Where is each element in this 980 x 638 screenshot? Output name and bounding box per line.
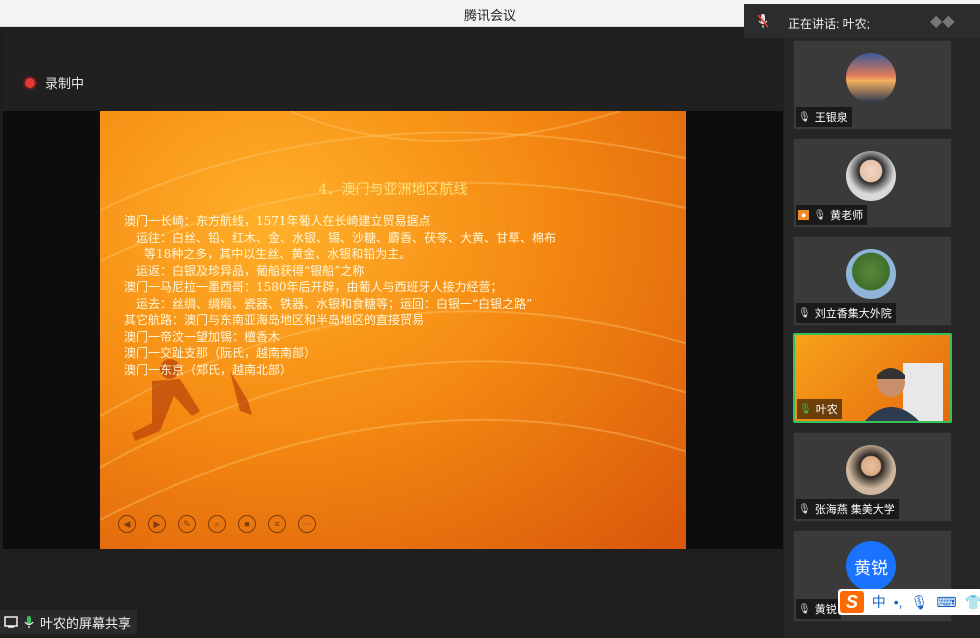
recording-indicator[interactable]: 录制中 (25, 73, 84, 92)
subtitles-icon[interactable]: ≡ (268, 515, 286, 533)
slide-line: 澳门一交趾支那（阮氏，越南南部） (124, 346, 317, 360)
participant-tile[interactable]: 🎙 张海燕 集美大学 (793, 432, 952, 522)
participant-name-tag: 🎙 刘立香集大外院 (796, 303, 896, 323)
microphone-icon (24, 616, 34, 628)
slideshow-toolbar: ◀ ▶ ✎ ⌕ ■ ≡ ⋯ (118, 515, 316, 533)
slide-line: 澳门一马尼拉一墨西哥：1580年后开辟，由葡人与西班牙人接力经营； (124, 280, 503, 294)
muted-mic-icon: 🎙 (813, 209, 827, 221)
slide-line: 运返：白银及珍异品，葡船获得“银船”之称 (136, 263, 365, 278)
slide-line: 澳门一帝汶一望加锡：檀香木 (124, 329, 281, 344)
muted-mic-icon: 🎙 (798, 503, 811, 515)
slide-line: 等18种之多，其中以生丝、黄金、水银和铅为主。 (144, 247, 412, 261)
participant-name-tag: ● 🎙 黄老师 (796, 205, 868, 225)
previous-slide-icon[interactable]: ◀ (118, 515, 136, 533)
participant-tile[interactable]: 🎙 王银泉 (793, 40, 952, 130)
record-dot-icon (25, 77, 35, 88)
participant-name-tag: 🎙 叶农 (797, 399, 842, 419)
skin-icon[interactable]: 👕 (965, 594, 980, 611)
speaking-label: 正在讲话: 叶农; (788, 17, 871, 31)
slide-line: 运往：白丝、铅、红木、金、水银、锡、沙糖、麝香、茯苓、大黄、甘草、棉布 (136, 230, 557, 245)
host-badge-icon: ● (798, 210, 810, 220)
slide-body: 澳门一长崎：东方航线，1571年葡人在长崎建立贸易据点 运往：白丝、铅、红木、金… (124, 213, 664, 378)
speaking-bar: 正在讲话: 叶农; ◆◆ (744, 4, 980, 38)
more-options-icon[interactable]: ⋯ (298, 515, 316, 533)
muted-mic-icon[interactable] (756, 13, 770, 29)
tree-avatar (846, 249, 896, 299)
zoom-icon[interactable]: ⌕ (208, 515, 226, 533)
muted-mic-icon: 🎙 (798, 111, 811, 123)
pen-icon[interactable]: ✎ (178, 515, 196, 533)
active-speaker-tile[interactable]: 🎙 叶农 (793, 333, 952, 423)
shared-screen: 录制中 4、澳门与亚洲地区航线 澳门一长崎：东方航线，1571年葡人在长崎建立贸… (3, 27, 783, 549)
participant-name-tag: 🎙 黄锐 (796, 599, 841, 619)
participant-name: 叶农 (815, 404, 838, 416)
participant-tile[interactable]: 🎙 刘立香集大外院 (793, 236, 952, 326)
slide-line: 运去：丝绸、绸缎、瓷器、铁器、水银和食糖等；运回：白银一“白银之路” (136, 296, 533, 311)
participant-name: 黄老师 (830, 210, 864, 222)
muted-mic-icon: 🎙 (798, 603, 811, 615)
screen-share-label: 叶农的屏幕共享 (0, 610, 138, 634)
share-screen-icon (4, 616, 18, 628)
ime-mode[interactable]: 中 (872, 592, 886, 612)
active-mic-icon: 🎙 (799, 403, 812, 415)
participant-name-tag: 🎙 张海燕 集美大学 (796, 499, 899, 519)
ime-punctuation[interactable]: •, (894, 594, 903, 610)
layout-toggle-icon[interactable]: ◆◆ (930, 11, 955, 31)
text-avatar: 黄锐 (846, 541, 896, 591)
slide-line: 其它航路：澳门与东南亚海岛地区和半岛地区的直接贸易 (124, 313, 425, 327)
next-slide-icon[interactable]: ▶ (148, 515, 166, 533)
input-method-toolbar[interactable]: S 中 •, 🎙 ⌨ 👕 (838, 589, 980, 615)
keyboard-icon[interactable]: ⌨ (936, 594, 956, 611)
camera-icon[interactable]: ■ (238, 515, 256, 533)
voice-input-icon[interactable]: 🎙 (911, 594, 929, 611)
portrait-avatar (846, 151, 896, 201)
participant-tile[interactable]: ● 🎙 黄老师 (793, 138, 952, 228)
sogou-logo-icon: S (840, 591, 864, 613)
participant-name: 黄锐 (814, 604, 837, 616)
recording-label: 录制中 (45, 76, 85, 91)
slide-heading: 4、澳门与亚洲地区航线 (318, 182, 468, 198)
participant-name: 刘立香集大外院 (814, 308, 892, 320)
sunset-avatar (846, 53, 896, 103)
participant-name: 王银泉 (814, 112, 848, 124)
presentation-slide: 4、澳门与亚洲地区航线 澳门一长崎：东方航线，1571年葡人在长崎建立贸易据点 … (100, 111, 686, 549)
slide-line: 澳门一东京（郑氏，越南北部） (124, 362, 293, 377)
slide-line: 澳门一长崎：东方航线，1571年葡人在长崎建立贸易据点 (124, 214, 431, 228)
participant-name: 张海燕 集美大学 (814, 504, 895, 516)
muted-mic-icon: 🎙 (798, 307, 811, 319)
screen-share-owner: 叶农的屏幕共享 (40, 615, 132, 631)
screen-top-strip: 录制中 (3, 27, 783, 111)
participant-name-tag: 🎙 王银泉 (796, 107, 852, 127)
portrait-avatar (846, 445, 896, 495)
